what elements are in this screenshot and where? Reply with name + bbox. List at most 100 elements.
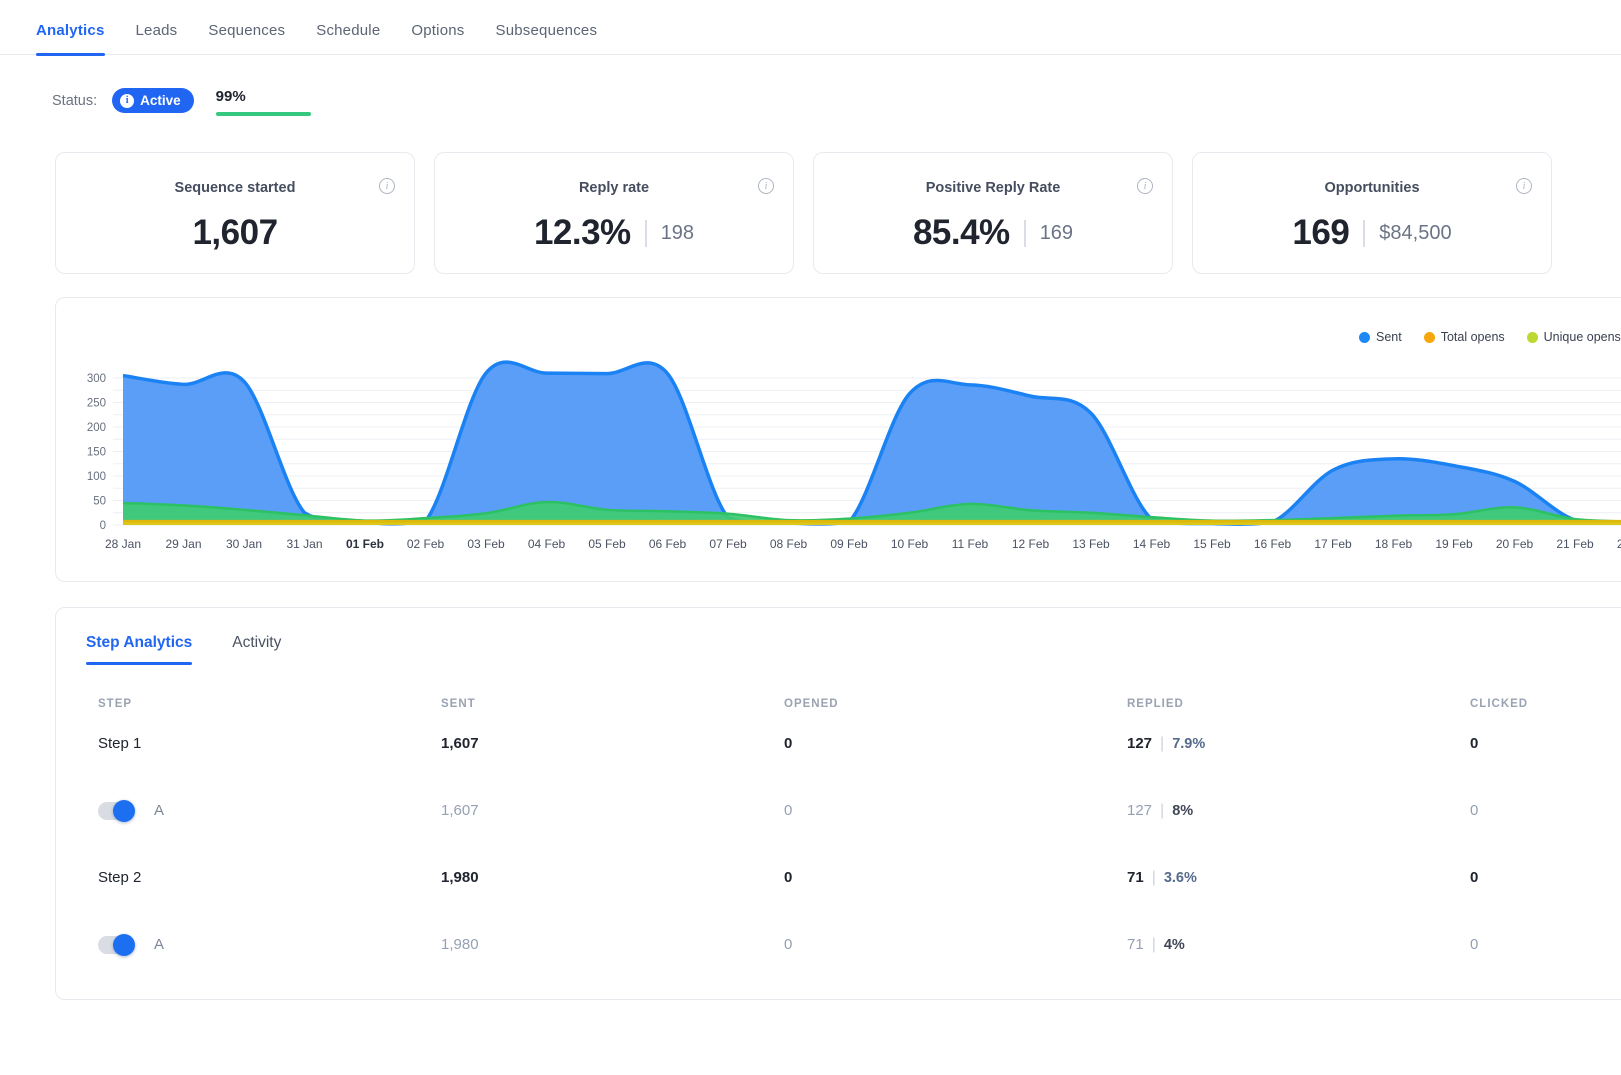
step-label: Step 2 [98,869,441,886]
tab-step-analytics[interactable]: Step Analytics [86,634,192,665]
legend-label: Sent [1376,330,1402,344]
legend-item[interactable]: Unique opens [1527,330,1621,344]
value-divider [1363,220,1365,247]
sequence-activity-chart[interactable]: 05010015020025030028 Jan29 Jan30 Jan31 J… [56,358,1621,570]
opened-value: 0 [784,936,1127,953]
progress-percent: 99% [216,88,311,105]
tab-leads[interactable]: Leads [136,22,178,54]
variant-a-toggle[interactable] [98,936,135,954]
top-nav: Analytics Leads Sequences Schedule Optio… [0,0,1621,55]
tab-subsequences[interactable]: Subsequences [496,22,598,54]
table-header-row: STEP SENT OPENED REPLIED CLICKED [56,698,1621,710]
status-badge[interactable]: i Active [112,88,194,113]
sent-value: 1,607 [441,802,784,819]
legend-dot-icon [1424,332,1435,343]
replied-percent: 3.6% [1164,870,1197,886]
table-row[interactable]: Step 1 1,607 0 127|7.9% 0 [56,710,1621,777]
card-sub-value: $84,500 [1379,222,1451,245]
status-row: Status: i Active 99% [0,55,1621,116]
y-axis-tick: 100 [87,471,106,483]
y-axis-tick: 200 [87,422,106,434]
stat-cards: Sequence started i 1,607 Reply rate i 12… [55,152,1621,274]
replied-percent: 7.9% [1172,736,1205,752]
value-separator: | [1152,936,1156,953]
card-title: Sequence started [56,180,414,196]
col-opened: OPENED [784,698,1127,710]
tab-options[interactable]: Options [411,22,464,54]
variant-a-toggle[interactable] [98,802,135,820]
replied-value: 127 [1127,735,1152,752]
legend-dot-icon [1527,332,1538,343]
value-divider [1024,220,1026,247]
value-separator: | [1160,735,1164,752]
replied-cell: 127|8% [1127,802,1470,820]
x-axis-tick: 11 Feb [952,537,989,551]
col-sent: SENT [441,698,784,710]
card-positive-reply-rate: Positive Reply Rate i 85.4% 169 [813,152,1173,274]
card-sequence-started: Sequence started i 1,607 [55,152,415,274]
progress-bar [216,112,311,116]
y-axis-tick: 0 [100,520,106,532]
value-divider [645,220,647,247]
opened-value: 0 [784,802,1127,819]
x-axis-tick: 17 Feb [1314,537,1352,551]
legend-item[interactable]: Total opens [1424,330,1505,344]
step-label: Step 1 [98,735,441,752]
step-analytics-card: Step Analytics Activity STEP SENT OPENED… [55,607,1621,1000]
card-title: Reply rate [435,180,793,196]
card-reply-rate: Reply rate i 12.3% 198 [434,152,794,274]
info-icon[interactable]: i [758,178,774,194]
table-row-variant[interactable]: A 1,980 0 71|4% 0 [56,911,1621,978]
y-axis-tick: 300 [87,373,106,385]
card-title: Positive Reply Rate [814,180,1172,196]
x-axis-tick: 06 Feb [649,537,687,551]
x-axis-tick: 07 Feb [709,537,747,551]
legend-label: Total opens [1441,330,1505,344]
info-icon: i [120,94,134,108]
x-axis-tick: 03 Feb [467,537,505,551]
table-row-variant[interactable]: A 1,607 0 127|8% 0 [56,777,1621,844]
x-axis-tick: 01 Feb [346,537,384,551]
tab-activity[interactable]: Activity [232,634,281,665]
tab-schedule[interactable]: Schedule [316,22,380,54]
x-axis-tick: 12 Feb [1012,537,1050,551]
legend-item[interactable]: Sent [1359,330,1402,344]
x-axis-tick: 18 Feb [1375,537,1413,551]
opened-value: 0 [784,869,1127,886]
variant-label: A [154,802,164,819]
variant-label: A [154,936,164,953]
replied-percent: 4% [1164,937,1185,953]
card-title: Opportunities [1193,180,1551,196]
replied-value: 127 [1127,802,1152,819]
x-axis-tick: 10 Feb [891,537,929,551]
opened-value: 0 [784,735,1127,752]
clicked-value: 0 [1470,869,1621,886]
x-axis-tick: 14 Feb [1133,537,1171,551]
sent-value: 1,980 [441,869,784,886]
col-clicked: CLICKED [1470,698,1621,710]
info-icon[interactable]: i [379,178,395,194]
y-axis-tick: 50 [93,496,106,508]
col-step: STEP [98,698,441,710]
toggle-knob [113,800,135,822]
tab-sequences[interactable]: Sequences [208,22,285,54]
y-axis-tick: 150 [87,447,106,459]
tab-analytics[interactable]: Analytics [36,22,105,54]
status-badge-label: Active [140,93,181,108]
replied-cell: 71 | 4% [1127,936,1470,954]
card-value: 85.4% [913,213,1010,253]
table-tabs: Step Analytics Activity [56,634,1621,665]
replied-value: 71 [1127,936,1144,953]
x-axis-tick: 31 Jan [286,537,322,551]
info-icon[interactable]: i [1137,178,1153,194]
x-axis-tick: 04 Feb [528,537,566,551]
clicked-value: 0 [1470,802,1621,819]
card-value: 169 [1292,213,1349,253]
table-row[interactable]: Step 2 1,980 0 71|3.6% 0 [56,844,1621,911]
x-axis-tick: 30 Jan [226,537,262,551]
legend-label: Unique opens [1544,330,1621,344]
info-icon[interactable]: i [1516,178,1532,194]
x-axis-tick: 15 Feb [1193,537,1231,551]
value-separator: | [1160,802,1164,819]
replied-value: 71 [1127,869,1144,886]
